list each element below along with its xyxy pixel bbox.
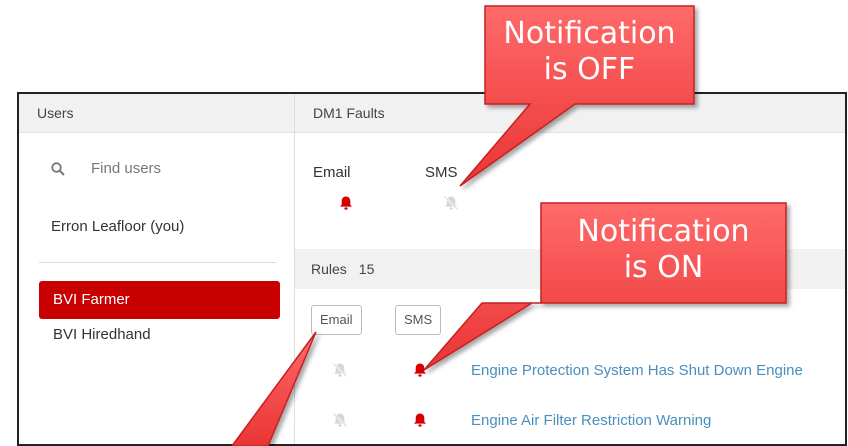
rule-2-sms-bell-on-icon[interactable] — [412, 412, 428, 428]
rule-1-sms-bell-on-icon[interactable] — [412, 362, 428, 378]
users-panel-header: Users — [19, 94, 294, 133]
rules-header-label: Rules — [311, 261, 347, 277]
users-panel: Users Find users Erron Leafloor (you) BV… — [19, 94, 295, 444]
faults-sms-bell-off-icon[interactable] — [443, 195, 459, 211]
divider — [39, 262, 276, 263]
rules-sms-chip[interactable]: SMS — [395, 305, 442, 335]
rule-2-email-bell-off-icon[interactable] — [332, 412, 348, 428]
search-icon — [51, 161, 65, 176]
callout-on-text: Notification is ON — [541, 214, 786, 286]
callout-off-line1: Notification — [503, 16, 676, 51]
rule-1-name-link[interactable]: Engine Protection System Has Shut Down E… — [471, 362, 803, 379]
rules-email-chip[interactable]: Email — [311, 305, 362, 335]
callout-on-line2: is ON — [623, 250, 704, 285]
rule-2-name-link[interactable]: Engine Air Filter Restriction Warning — [471, 412, 711, 429]
group-item-bvi-hiredhand[interactable]: BVI Hiredhand — [39, 320, 280, 350]
rules-count: 15 — [358, 261, 375, 277]
current-user-item[interactable]: Erron Leafloor (you) — [51, 218, 184, 235]
callout-off-line2: is OFF — [543, 52, 636, 87]
group-item-bvi-farmer[interactable]: BVI Farmer — [39, 281, 280, 319]
faults-sms-label: SMS — [425, 164, 458, 181]
user-search[interactable]: Find users — [51, 160, 161, 177]
dm1-faults-header: DM1 Faults — [295, 94, 845, 133]
callout-on-line1: Notification — [577, 214, 750, 249]
faults-email-label: Email — [313, 164, 351, 181]
callout-off-text: Notification is OFF — [485, 16, 694, 88]
search-input[interactable]: Find users — [91, 160, 161, 177]
faults-email-bell-on-icon[interactable] — [338, 195, 354, 211]
rule-1-email-bell-off-icon[interactable] — [332, 362, 348, 378]
